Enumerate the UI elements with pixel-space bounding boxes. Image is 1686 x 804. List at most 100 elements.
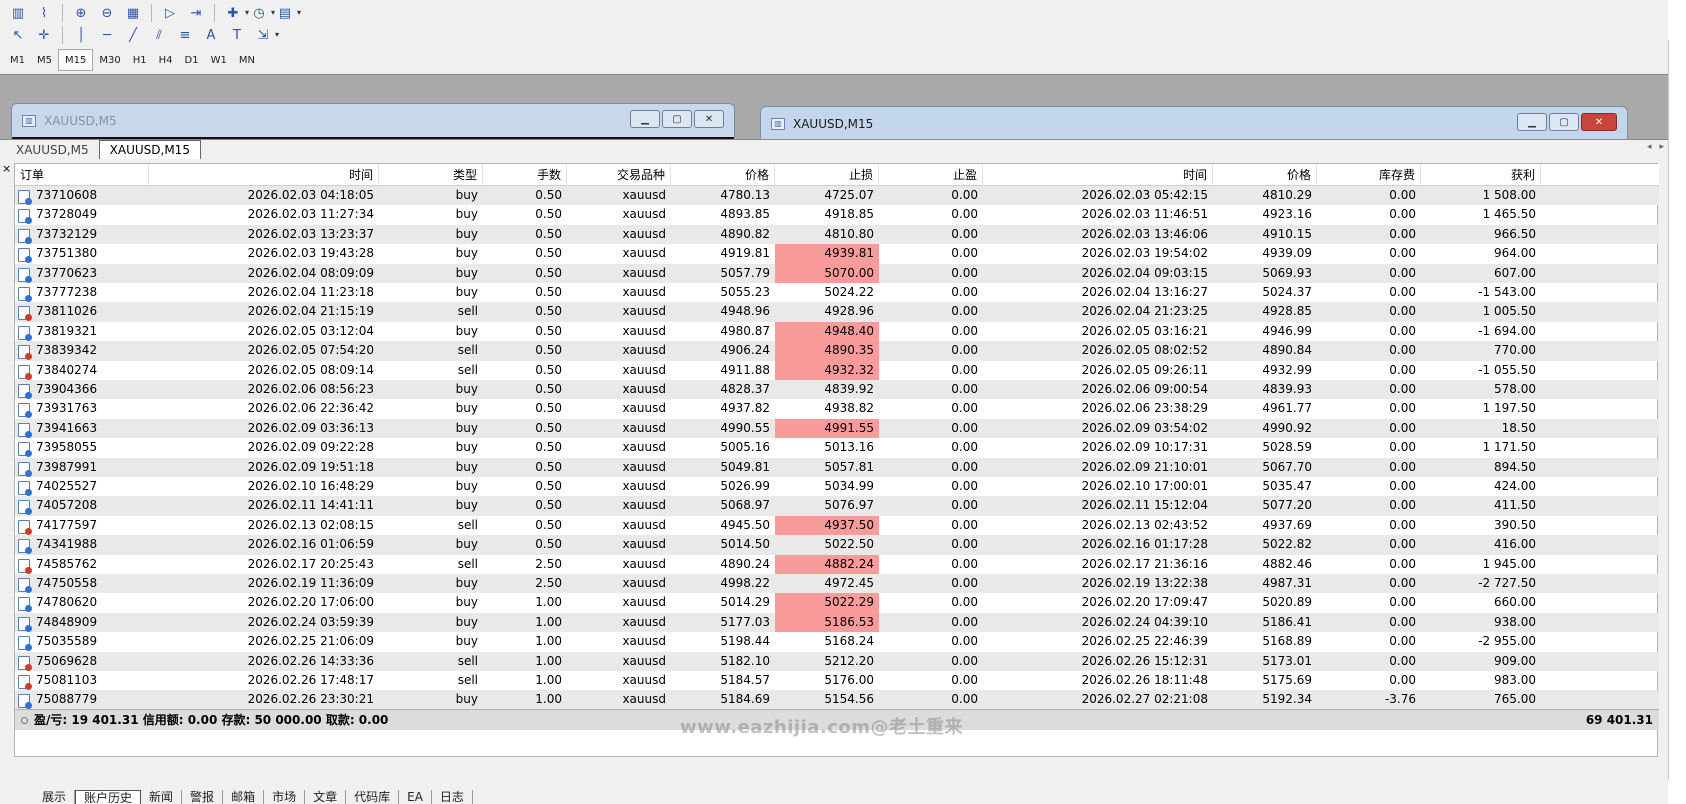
- table-row[interactable]: 75081103 2026.02.26 17:48:17 sell 1.00 xauus…: [15, 671, 1659, 690]
- maximize-button[interactable]: ▢: [662, 110, 692, 128]
- table-row[interactable]: 74585762 2026.02.17 20:25:43 sell 2.50 xauus…: [15, 554, 1659, 574]
- periods-icon[interactable]: ◷: [247, 2, 275, 24]
- timeframe-h1[interactable]: H1: [127, 49, 153, 71]
- timeframe-m30[interactable]: M30: [93, 49, 126, 71]
- arrows-icon[interactable]: ⇲: [251, 24, 279, 46]
- timeframe-m15[interactable]: M15: [58, 49, 94, 71]
- chart-tab-xauusd-m15[interactable]: XAUUSD,M15: [98, 140, 201, 159]
- trend-line-icon[interactable]: ╱: [121, 24, 145, 46]
- table-cell: 1.00: [535, 673, 562, 687]
- table-row[interactable]: 73840274 2026.02.05 08:09:14 sell 0.50 xauus…: [15, 360, 1659, 380]
- table-row[interactable]: 74025527 2026.02.10 16:48:29 buy 0.50 xauusd…: [15, 477, 1659, 496]
- table-row[interactable]: 73987991 2026.02.09 19:51:18 buy 0.50 xauusd…: [15, 457, 1659, 477]
- table-cell: buy: [455, 285, 478, 299]
- cursor-icon[interactable]: ↖: [6, 24, 30, 46]
- terminal-tab[interactable]: 代码库: [346, 790, 400, 804]
- table-row[interactable]: 73819321 2026.02.05 03:12:04 buy 0.50 xauusd…: [15, 321, 1659, 342]
- table-row[interactable]: 75088779 2026.02.26 23:30:21 buy 1.00 xauusd…: [15, 690, 1659, 710]
- table-row[interactable]: 75035589 2026.02.25 21:06:09 buy 1.00 xauusd…: [15, 632, 1659, 652]
- terminal-tab[interactable]: 日志: [432, 790, 473, 804]
- terminal-tab[interactable]: 邮箱: [223, 790, 265, 804]
- line-chart-icon[interactable]: ⌇: [32, 2, 56, 24]
- minimize-button[interactable]: ▁: [630, 110, 660, 128]
- vertical-line-icon[interactable]: │: [69, 24, 93, 46]
- terminal-close-icon[interactable]: ×: [2, 162, 11, 175]
- zoom-out-icon[interactable]: ⊖: [95, 2, 119, 24]
- table-row[interactable]: 73941663 2026.02.09 03:36:13 buy 0.50 xauusd…: [15, 418, 1659, 439]
- column-header[interactable]: 时间: [149, 164, 379, 186]
- column-header[interactable]: 库存费: [1317, 164, 1421, 186]
- table-row[interactable]: 74750558 2026.02.19 11:36:09 buy 2.50 xauusd…: [15, 574, 1659, 594]
- minimize-button[interactable]: ▁: [1517, 113, 1547, 131]
- table-row[interactable]: 74177597 2026.02.13 02:08:15 sell 0.50 xauus…: [15, 515, 1659, 536]
- table-row[interactable]: 73732129 2026.02.03 13:23:37 buy 0.50 xauusd…: [15, 224, 1659, 245]
- column-header[interactable]: 类型: [379, 164, 483, 186]
- buy-order-icon: [18, 578, 32, 593]
- table-row[interactable]: 73811026 2026.02.04 21:15:19 sell 0.50 xauus…: [15, 302, 1659, 322]
- column-header[interactable]: 价格: [671, 164, 775, 186]
- table-row[interactable]: 74848909 2026.02.24 03:59:39 buy 1.00 xauusd…: [15, 612, 1659, 633]
- column-header[interactable]: 止盈: [879, 164, 983, 186]
- timeframe-mn[interactable]: MN: [233, 49, 261, 71]
- terminal-tab[interactable]: EA: [399, 790, 432, 804]
- table-cell: 4882.24: [775, 554, 879, 574]
- terminal-tabs: 展示 账户历史 新闻 警报 邮箱 市场 文章 代码库 EA 日志: [0, 790, 1686, 804]
- bar-chart-icon[interactable]: ▥: [6, 2, 30, 24]
- timeframe-h4[interactable]: H4: [153, 49, 179, 71]
- table-row[interactable]: 74057208 2026.02.11 14:41:11 buy 0.50 xauusd…: [15, 496, 1659, 516]
- column-header[interactable]: 手数: [483, 164, 567, 186]
- column-header[interactable]: 价格: [1213, 164, 1317, 186]
- table-row[interactable]: 73839342 2026.02.05 07:54:20 sell 0.50 xauus…: [15, 341, 1659, 361]
- table-row[interactable]: 73751380 2026.02.03 19:43:28 buy 0.50 xauusd…: [15, 244, 1659, 264]
- column-header[interactable]: 止损: [775, 164, 879, 186]
- timeframe-d1[interactable]: D1: [179, 49, 205, 71]
- terminal-tab[interactable]: 市场: [264, 790, 306, 804]
- column-header[interactable]: 时间: [983, 164, 1213, 186]
- table-row[interactable]: 74341988 2026.02.16 01:06:59 buy 0.50 xauusd…: [15, 535, 1659, 555]
- table-row[interactable]: 73728049 2026.02.03 11:27:34 buy 0.50 xauusd…: [15, 205, 1659, 225]
- indicators-icon[interactable]: ✚: [221, 2, 249, 24]
- table-cell: 5186.41: [1262, 614, 1312, 629]
- terminal-tab[interactable]: 文章: [305, 790, 347, 804]
- table-row[interactable]: 73931763 2026.02.06 22:36:42 buy 0.50 xauusd…: [15, 399, 1659, 419]
- templates-icon[interactable]: ▤: [273, 2, 301, 24]
- autoscroll-icon[interactable]: ▷: [158, 2, 182, 24]
- crosshair-icon[interactable]: ✛: [32, 24, 56, 46]
- window-frame-right: [1668, 0, 1686, 804]
- chart-tab-xauusd-m5[interactable]: XAUUSD,M5: [6, 140, 99, 159]
- table-row[interactable]: 73904366 2026.02.06 08:56:23 buy 0.50 xauusd…: [15, 380, 1659, 400]
- chart-shift-icon[interactable]: ⇥: [184, 2, 208, 24]
- column-header[interactable]: 订单: [15, 164, 149, 186]
- timeframe-m1[interactable]: M1: [4, 49, 31, 71]
- close-button[interactable]: ✕: [694, 110, 724, 128]
- table-row[interactable]: 75069628 2026.02.26 14:33:36 sell 1.00 xauus…: [15, 651, 1659, 671]
- terminal-tab[interactable]: 警报: [182, 790, 224, 804]
- column-header[interactable]: 交易品种: [567, 164, 671, 186]
- table-row[interactable]: 74780620 2026.02.20 17:06:00 buy 1.00 xauusd…: [15, 593, 1659, 613]
- terminal-tab[interactable]: 账户历史: [75, 790, 142, 804]
- timeframe-w1[interactable]: W1: [205, 49, 233, 71]
- table-cell: 4725.07: [824, 188, 874, 202]
- tile-windows-icon[interactable]: ▦: [121, 2, 145, 24]
- table-cell: 5057.79: [720, 265, 770, 280]
- terminal-tab[interactable]: 展示: [34, 790, 76, 804]
- zoom-in-icon[interactable]: ⊕: [69, 2, 93, 24]
- table-row[interactable]: 73770623 2026.02.04 08:09:09 buy 0.50 xauusd…: [15, 263, 1659, 283]
- maximize-button[interactable]: ▢: [1549, 113, 1579, 131]
- table-row[interactable]: 73958055 2026.02.09 09:22:28 buy 0.50 xauusd…: [15, 438, 1659, 458]
- chart-window-xauusd-m5[interactable]: ▥ XAUUSD,M5 ▁ ▢ ✕: [11, 103, 735, 137]
- table-cell: 2026.02.09 19:51:18: [247, 459, 374, 474]
- text-icon[interactable]: A: [199, 24, 223, 46]
- close-button[interactable]: ✕: [1581, 113, 1617, 131]
- channel-icon[interactable]: ⫽: [147, 24, 171, 46]
- text-label-icon[interactable]: T: [225, 24, 249, 46]
- fibonacci-icon[interactable]: ≡: [173, 24, 197, 46]
- chart-window-xauusd-m15[interactable]: ▥ XAUUSD,M15 ▁ ▢ ✕: [760, 106, 1628, 140]
- terminal-tab[interactable]: 新闻: [141, 790, 183, 804]
- column-header[interactable]: 获利: [1421, 164, 1541, 186]
- timeframe-m5[interactable]: M5: [31, 49, 58, 71]
- horizontal-line-icon[interactable]: ─: [95, 24, 119, 46]
- table-row[interactable]: 73777238 2026.02.04 11:23:18 buy 0.50 xauusd…: [15, 283, 1659, 302]
- table-cell: 0.00: [1389, 382, 1416, 396]
- table-row[interactable]: 73710608 2026.02.03 04:18:05 buy 0.50 xauusd…: [15, 186, 1659, 206]
